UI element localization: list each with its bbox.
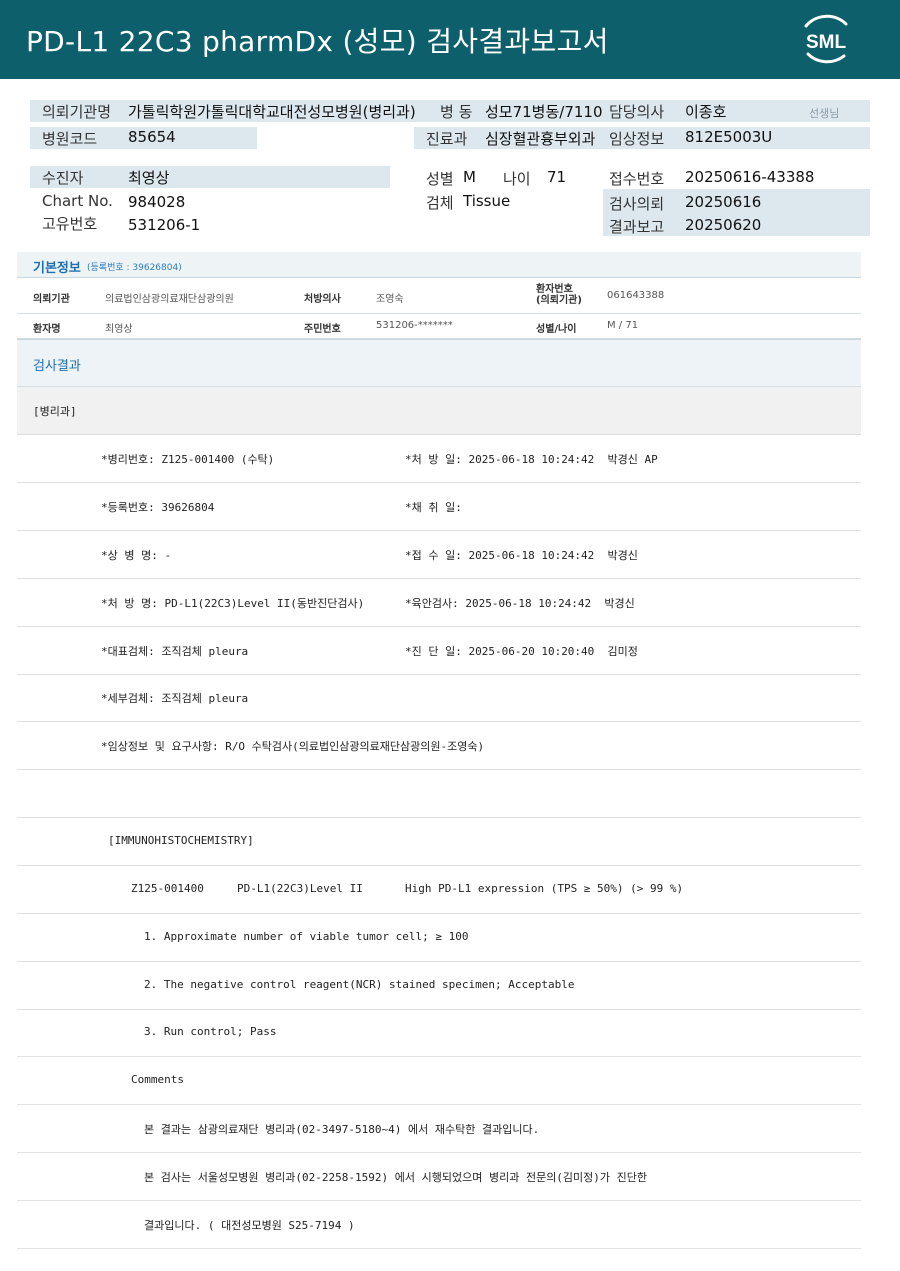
comment-1: 본 결과는 삼광의료재단 병리과(02-3497-5180~4) 에서 재수탁한…: [144, 1123, 540, 1136]
result-line-left: *세부검체: 조직검체 pleura: [101, 692, 249, 705]
info-band-patient: [30, 166, 390, 188]
results-header: 검사결과: [17, 339, 861, 387]
basic-doc-label: 처방의사: [304, 294, 341, 305]
comment-line: 결과입니다. ( 대전성모병원 S25-7194 ): [17, 1201, 861, 1249]
comment-line: 본 결과는 삼광의료재단 병리과(02-3497-5180~4) 에서 재수탁한…: [17, 1105, 861, 1153]
result-line-left: *대표검체: 조직검체 pleura: [101, 645, 249, 658]
basic-info-title: 기본정보: [33, 261, 81, 276]
ward-label: 병 동: [440, 103, 473, 121]
age-label: 나이: [503, 170, 531, 188]
results-title: 검사결과: [33, 359, 81, 374]
ward-value: 성모71병동/7110: [485, 103, 603, 121]
svg-text:SML: SML: [806, 32, 847, 53]
ihc-header: [IMMUNOHISTOCHEMISTRY]: [108, 834, 254, 847]
patient-value: 최영상: [128, 169, 170, 187]
requesting-institution-label: 의뢰기관명: [42, 103, 112, 121]
result-line-left: *등록번호: 39626804: [101, 501, 215, 514]
basic-info-row-1: 의뢰기관 의료법인삼광의료재단삼광의원 처방의사 조영숙 환자번호 (의뢰기관)…: [17, 279, 861, 314]
requesting-institution-value: 가톨릭학원가톨릭대학교대전성모병원(병리과): [128, 103, 416, 121]
specimen-label: 검체: [426, 194, 454, 212]
result-line-right: *육안검사: 2025-06-18 10:24:42 박경신: [405, 597, 635, 610]
receipt-no-label: 접수번호: [609, 170, 665, 188]
basic-info-header: 기본정보 (등록번호 : 39626804): [17, 252, 861, 278]
result-line: *대표검체: 조직검체 pleura *진 단 일: 2025-06-20 10…: [17, 627, 861, 675]
clinical-info-label: 임상정보: [609, 130, 665, 148]
doctor-suffix: 선생님: [809, 107, 840, 120]
result-line-right: *채 취 일:: [405, 501, 462, 514]
comment-3: 결과입니다. ( 대전성모병원 S25-7194 ): [144, 1219, 355, 1232]
basic-pno-label-1: 환자번호: [536, 284, 573, 295]
report-date-value: 20250620: [685, 216, 762, 234]
specimen-value: Tissue: [463, 192, 511, 210]
doctor-label: 담당의사: [609, 103, 665, 121]
comments-label: Comments: [131, 1073, 184, 1086]
hospital-code-value: 85654: [128, 128, 176, 146]
result-line-left: *병리번호: Z125-001400 (수탁): [101, 453, 275, 466]
comment-2: 본 검사는 서울성모병원 병리과(02-2258-1592) 에서 시행되었으며…: [144, 1171, 648, 1184]
unique-no-value: 531206-1: [128, 216, 201, 234]
department-row: [병리과]: [17, 387, 861, 435]
ihc-item-line: 3. Run control; Pass: [17, 1009, 861, 1057]
sml-logo-icon: SML: [804, 14, 848, 64]
sex-value: M: [463, 168, 476, 186]
age-value: 71: [547, 168, 567, 186]
result-line: *상 병 명: - *접 수 일: 2025-06-18 10:24:42 박경…: [17, 531, 861, 579]
hospital-code-label: 병원코드: [42, 130, 98, 148]
basic-rrn-value: 531206-*******: [376, 320, 453, 331]
ihc-test: PD-L1(22C3)Level II: [237, 882, 363, 895]
receipt-no-value: 20250616-43388: [685, 168, 815, 186]
clinical-info-value: 812E5003U: [685, 128, 773, 146]
basic-sexage-label: 성별/나이: [536, 324, 577, 335]
result-line-right: *접 수 일: 2025-06-18 10:24:42 박경신: [405, 549, 638, 562]
ihc-id: Z125-001400: [131, 882, 204, 895]
ihc-item-3: 3. Run control; Pass: [144, 1025, 277, 1038]
basic-doc-value: 조영숙: [376, 294, 404, 305]
basic-name-label: 환자명: [33, 324, 61, 335]
comment-line: 본 검사는 서울성모병원 병리과(02-2258-1592) 에서 시행되었으며…: [17, 1153, 861, 1201]
ihc-result: High PD-L1 expression (TPS ≥ 50%) (> 99 …: [405, 882, 684, 895]
basic-inst-label: 의뢰기관: [33, 294, 70, 305]
sex-label: 성별: [426, 170, 454, 188]
ihc-header-line: [IMMUNOHISTOCHEMISTRY]: [17, 818, 861, 866]
result-line-right: *진 단 일: 2025-06-20 10:20:40 김미정: [405, 645, 638, 658]
department-text: [병리과]: [33, 405, 77, 418]
chart-no-value: 984028: [128, 193, 186, 211]
report-header: PD-L1 22C3 pharmDx (성모) 검사결과보고서 SML: [0, 0, 900, 79]
blank-line: [17, 770, 861, 818]
result-line-left: *처 방 명: PD-L1(22C3)Level II(동반진단검사): [101, 597, 365, 610]
ihc-item-line: 2. The negative control reagent(NCR) sta…: [17, 962, 861, 1010]
result-line-right: *처 방 일: 2025-06-18 10:24:42 박경신 AP: [405, 453, 658, 466]
basic-inst-value: 의료법인삼광의료재단삼광의원: [105, 294, 234, 305]
report-title: PD-L1 22C3 pharmDx (성모) 검사결과보고서: [26, 25, 609, 58]
comments-label-line: Comments: [17, 1057, 861, 1105]
ihc-result-line: Z125-001400 PD-L1(22C3)Level II High PD-…: [17, 866, 861, 914]
request-date-value: 20250616: [685, 193, 762, 211]
ihc-item-1: 1. Approximate number of viable tumor ce…: [144, 930, 469, 943]
ihc-item-2: 2. The negative control reagent(NCR) sta…: [144, 978, 575, 991]
basic-pno-label-2: (의뢰기관): [536, 295, 582, 306]
basic-sexage-value: M / 71: [607, 320, 639, 331]
basic-info-reg-note: (등록번호 : 39626804): [87, 263, 182, 273]
request-date-label: 검사의뢰: [609, 195, 665, 213]
report-date-label: 결과보고: [609, 218, 665, 236]
result-line: *등록번호: 39626804 *채 취 일:: [17, 483, 861, 531]
patient-label: 수진자: [42, 169, 84, 187]
basic-name-value: 최영상: [105, 324, 133, 335]
result-line: *처 방 명: PD-L1(22C3)Level II(동반진단검사) *육안검…: [17, 579, 861, 627]
basic-info-row-2: 환자명 최영상 주민번호 531206-******* 성별/나이 M / 71: [17, 314, 861, 339]
result-line-left: *임상정보 및 요구사항: R/O 수탁검사(의료법인삼광의료재단삼광의원-조영…: [101, 740, 485, 753]
department-value: 심장혈관흉부외과: [485, 130, 596, 148]
chart-no-label: Chart No.: [42, 192, 113, 210]
result-line-left: *상 병 명: -: [101, 549, 172, 562]
doctor-value: 이종호: [685, 103, 727, 121]
unique-no-label: 고유번호: [42, 215, 98, 233]
result-line: *세부검체: 조직검체 pleura: [17, 674, 861, 722]
result-line: *임상정보 및 요구사항: R/O 수탁검사(의료법인삼광의료재단삼광의원-조영…: [17, 722, 861, 770]
basic-pno-value: 061643388: [607, 290, 665, 301]
basic-rrn-label: 주민번호: [304, 324, 341, 335]
ihc-item-line: 1. Approximate number of viable tumor ce…: [17, 914, 861, 962]
result-line: *병리번호: Z125-001400 (수탁) *처 방 일: 2025-06-…: [17, 435, 861, 483]
department-label: 진료과: [426, 130, 468, 148]
